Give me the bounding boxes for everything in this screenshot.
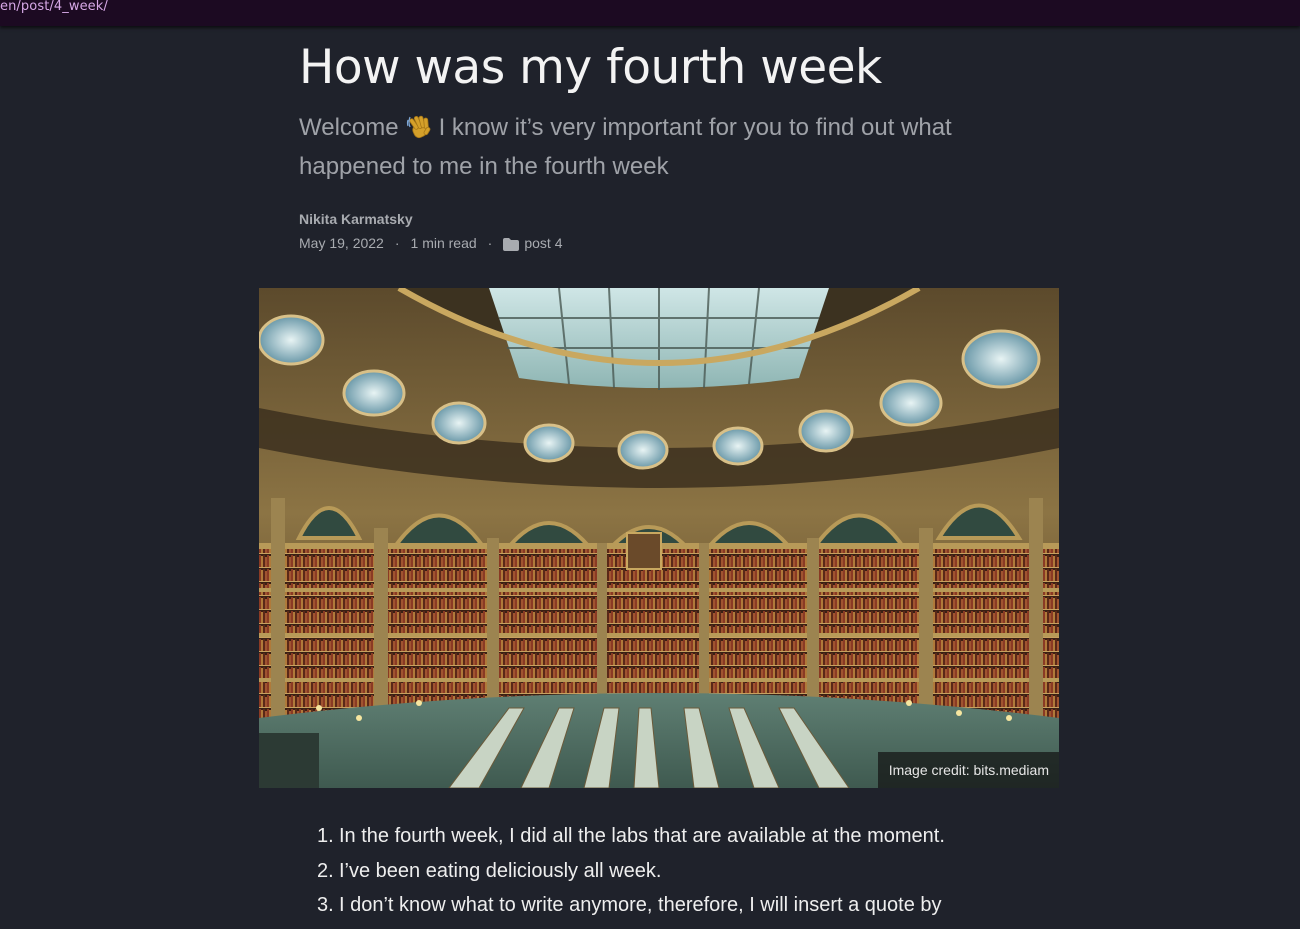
post-category-link[interactable]: post 4 <box>524 234 562 252</box>
post-author[interactable]: Nikita Karmatsky <box>299 210 413 228</box>
library-illustration <box>259 288 1059 788</box>
image-credit: Image credit: bits.mediam <box>877 752 1059 788</box>
url-text[interactable]: en/post/4_week/ <box>0 0 108 14</box>
post-title: How was my fourth week <box>299 40 882 95</box>
address-bar[interactable]: en/post/4_week/ <box>0 0 1300 26</box>
post-date: May 19, 2022 <box>299 235 384 251</box>
read-time: 1 min read <box>410 235 477 251</box>
subtitle-welcome: Welcome <box>299 114 399 141</box>
post-subtitle: Welcome I know it’s very important for yo… <box>299 108 999 186</box>
list-item: 2. I’ve been eating deliciously all week. <box>317 859 662 882</box>
list-item: 1. In the fourth week, I did all the labs… <box>317 825 945 847</box>
meta-separator: · <box>394 235 400 251</box>
post-list: 1. In the fourth week, I did all the labs… <box>317 820 1039 924</box>
list-item: 3. I don’t know what to write anymore, th… <box>317 894 942 916</box>
waving-hand-icon <box>405 112 435 142</box>
meta-separator: · <box>487 235 493 251</box>
folder-icon <box>503 237 520 251</box>
post-meta: May 19, 2022 · 1 min read · post 4 <box>299 234 562 252</box>
featured-image: Image credit: bits.mediam <box>259 288 1059 788</box>
